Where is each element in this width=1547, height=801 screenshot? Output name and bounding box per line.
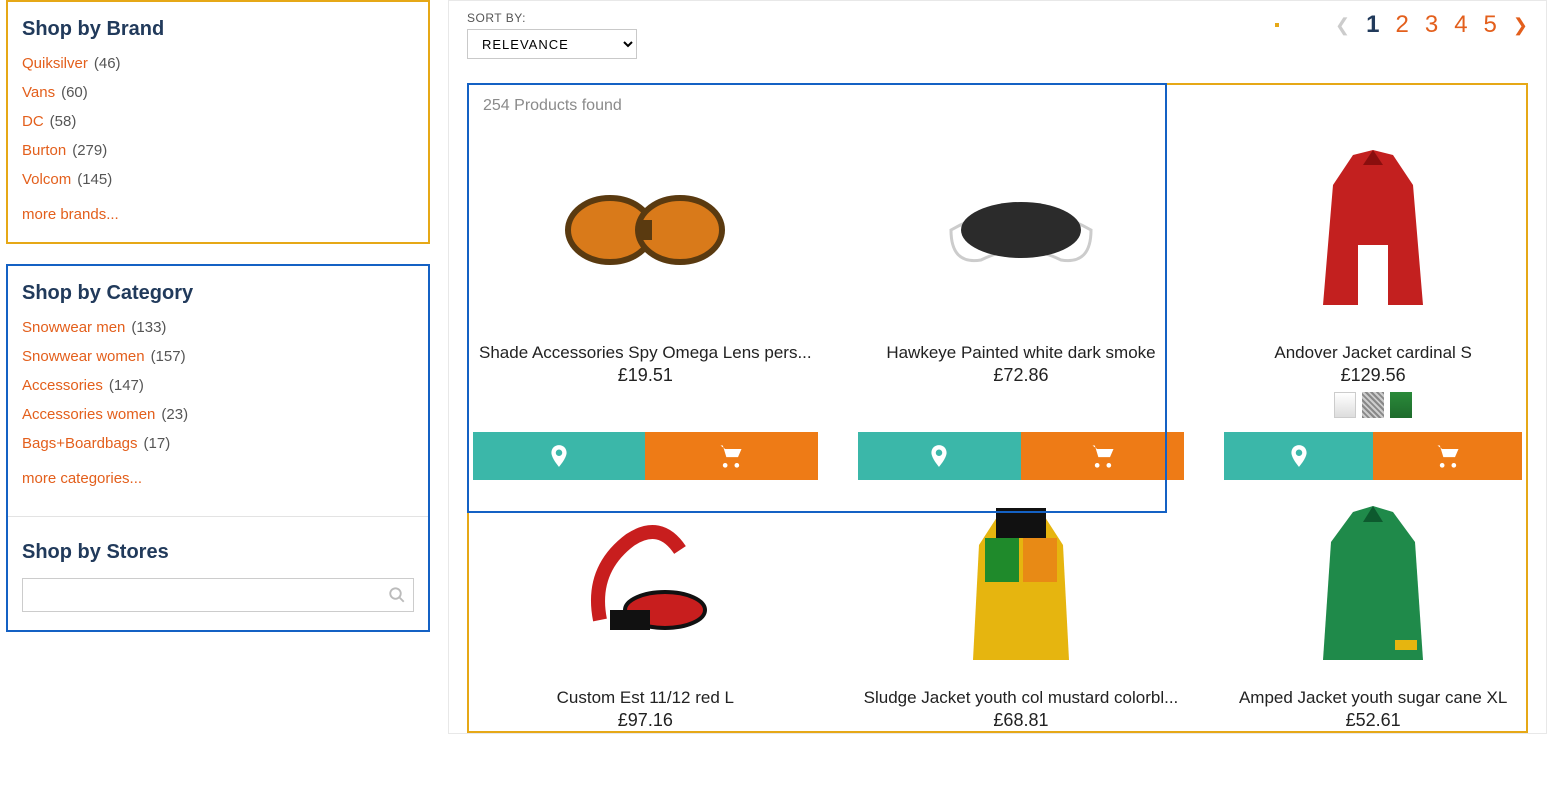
product-price: £97.16 [473,710,818,731]
product-image[interactable] [858,490,1185,680]
brand-item[interactable]: Burton (279) [22,142,414,159]
cart-icon [714,442,748,470]
pickup-location-button[interactable] [473,432,645,480]
pickup-location-button[interactable] [858,432,1021,480]
sort-label: SORT BY: [467,11,637,25]
product-name[interactable]: Amped Jacket youth sugar cane XL [1224,688,1522,708]
cart-icon [1086,442,1120,470]
brand-count: (60) [61,84,88,101]
product-image[interactable] [473,125,818,335]
category-item[interactable]: Snowwear men (133) [22,319,414,336]
category-label[interactable]: Accessories women [22,406,155,423]
product-card[interactable]: Custom Est 11/12 red L£97.16 [473,480,818,731]
facet-brand-title: Shop by Brand [22,18,414,41]
main-content: SORT BY: RELEVANCE ❮ 12345 ❯ 254 Product… [448,0,1547,734]
pagination: ❮ 12345 ❯ [1275,11,1528,39]
product-image[interactable] [1224,125,1522,335]
brand-label[interactable]: DC [22,113,44,130]
pager-next[interactable]: ❯ [1513,15,1528,36]
product-image[interactable] [473,490,818,680]
page-1[interactable]: 1 [1366,11,1379,39]
product-card[interactable]: Sludge Jacket youth col mustard colorbl.… [858,480,1185,731]
product-image[interactable] [1224,490,1522,680]
facet-category-title: Shop by Category [22,282,414,305]
pickup-location-button[interactable] [1224,432,1373,480]
category-item[interactable]: Accessories women (23) [22,406,414,423]
product-price: £52.61 [1224,710,1522,731]
brand-count: (145) [77,171,112,188]
brand-item[interactable]: Volcom (145) [22,171,414,188]
more-categories-link[interactable]: more categories... [22,470,142,487]
brand-item[interactable]: Quiksilver (46) [22,55,414,72]
page-2[interactable]: 2 [1395,11,1408,39]
cart-icon [1431,442,1465,470]
category-item[interactable]: Bags+Boardbags (17) [22,435,414,452]
product-price: £129.56 [1224,365,1522,386]
variant-swatches [1224,392,1522,418]
brand-label[interactable]: Vans [22,84,55,101]
category-count: (23) [161,406,188,423]
product-card[interactable]: Andover Jacket cardinal S£129.56 [1224,115,1522,480]
add-to-cart-button[interactable] [1021,432,1184,480]
add-to-cart-button[interactable] [1373,432,1522,480]
facet-stores-title: Shop by Stores [22,541,414,564]
sort-select[interactable]: RELEVANCE [467,29,637,59]
search-icon[interactable] [388,586,406,604]
results-count: 254 Products found [469,85,1526,115]
product-name[interactable]: Shade Accessories Spy Omega Lens pers... [473,343,818,363]
category-count: (157) [151,348,186,365]
category-label[interactable]: Bags+Boardbags [22,435,138,452]
brand-count: (58) [50,113,77,130]
brand-item[interactable]: DC (58) [22,113,414,130]
product-name[interactable]: Hawkeye Painted white dark smoke [858,343,1185,363]
brand-item[interactable]: Vans (60) [22,84,414,101]
brand-count: (46) [94,55,121,72]
brand-label[interactable]: Quiksilver [22,55,88,72]
category-count: (133) [131,319,166,336]
page-3[interactable]: 3 [1425,11,1438,39]
location-pin-icon [546,441,572,471]
more-brands-link[interactable]: more brands... [22,206,119,223]
facet-category: Shop by Category Snowwear men(133)Snowwe… [6,264,430,632]
category-label[interactable]: Snowwear women [22,348,145,365]
brand-label[interactable]: Burton [22,142,66,159]
brand-count: (279) [72,142,107,159]
store-search-input[interactable] [22,578,414,612]
category-item[interactable]: Accessories (147) [22,377,414,394]
page-4[interactable]: 4 [1454,11,1467,39]
product-price: £68.81 [858,710,1185,731]
product-name[interactable]: Custom Est 11/12 red L [473,688,818,708]
product-price: £72.86 [858,365,1185,386]
product-card[interactable]: Amped Jacket youth sugar cane XL£52.61 [1224,480,1522,731]
category-label[interactable]: Snowwear men [22,319,125,336]
location-pin-icon [926,441,952,471]
add-to-cart-button[interactable] [645,432,817,480]
product-price: £19.51 [473,365,818,386]
variant-swatch[interactable] [1362,392,1384,418]
category-label[interactable]: Accessories [22,377,103,394]
sidebar: Shop by Brand Quiksilver (46) Vans (60) DC (5… [0,0,430,734]
page-5[interactable]: 5 [1484,11,1497,39]
pager-prev[interactable]: ❮ [1335,15,1350,36]
facet-brand: Shop by Brand Quiksilver (46) Vans (60) DC (5… [6,0,430,244]
product-card[interactable]: Hawkeye Painted white dark smoke£72.86 [858,115,1185,480]
results-frame: 254 Products found Shade Accessories Spy… [467,83,1528,733]
brand-label[interactable]: Volcom [22,171,71,188]
variant-swatch[interactable] [1390,392,1412,418]
product-image[interactable] [858,125,1185,335]
product-name[interactable]: Sludge Jacket youth col mustard colorbl.… [858,688,1185,708]
location-pin-icon [1286,441,1312,471]
variant-swatch[interactable] [1334,392,1356,418]
facet-divider [8,516,428,517]
product-card[interactable]: Shade Accessories Spy Omega Lens pers...… [473,115,818,480]
pager-dot [1275,23,1279,27]
category-count: (17) [144,435,171,452]
product-name[interactable]: Andover Jacket cardinal S [1224,343,1522,363]
category-count: (147) [109,377,144,394]
category-item[interactable]: Snowwear women (157) [22,348,414,365]
